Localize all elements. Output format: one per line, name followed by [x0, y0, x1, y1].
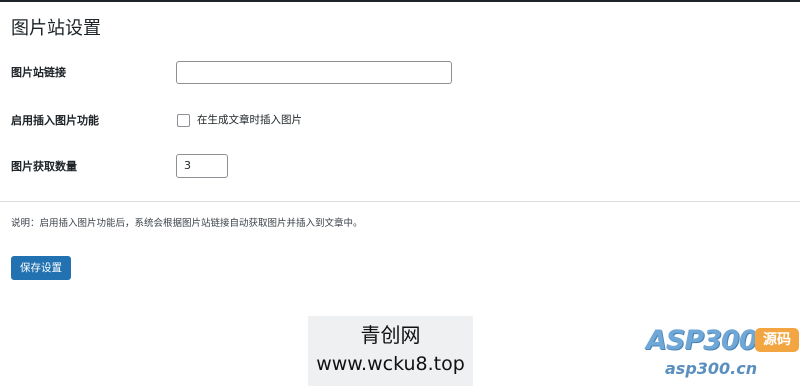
page-title: 图片站设置 [11, 18, 101, 39]
top-bar [0, 0, 800, 2]
enable-insert-label: 启用插入图片功能 [11, 114, 99, 127]
logo-sub-text: asp300.cn [665, 359, 758, 378]
watermark: 青创网 www.wcku8.top [308, 316, 473, 386]
watermark-url: www.wcku8.top [316, 353, 465, 375]
enable-insert-checkbox[interactable] [177, 114, 190, 127]
logo-main-text: ASP300 [646, 325, 757, 356]
fetch-count-input[interactable]: 3 [176, 154, 228, 178]
save-settings-button[interactable]: 保存设置 [11, 256, 71, 280]
fetch-count-label: 图片获取数量 [11, 160, 77, 173]
logo-badge: 源码 [755, 328, 799, 352]
site-link-input[interactable] [176, 61, 452, 84]
section-divider [0, 201, 800, 202]
site-link-label: 图片站链接 [11, 66, 66, 79]
enable-insert-checkbox-label[interactable]: 在生成文章时插入图片 [197, 113, 302, 127]
fetch-count-value: 3 [184, 159, 191, 172]
description-text: 说明：启用插入图片功能后，系统会根据图片站链接自动获取图片并插入到文章中。 [11, 218, 363, 229]
watermark-title: 青创网 [360, 323, 421, 347]
asp300-logo: ASP300 源码 asp300.cn [640, 325, 800, 385]
